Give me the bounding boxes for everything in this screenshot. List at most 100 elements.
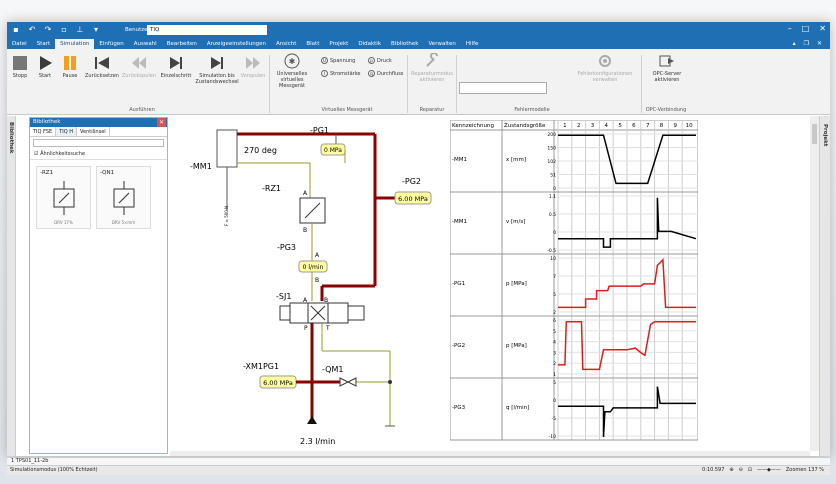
circuit-canvas[interactable]: 0 MPa -PG1 270 deg -MM1 F = 500 N -RZ1 A… [170, 116, 810, 451]
vorspulen-button[interactable]: Vorspulen [239, 55, 267, 79]
tab-bearbeiten[interactable]: Bearbeiten [162, 39, 202, 49]
pg3-value: 0 l/min [303, 264, 324, 271]
spannung-button[interactable]: U Spannung [321, 57, 355, 64]
durchfluss-button[interactable]: q Durchfluss [368, 70, 403, 77]
sj1-valve-right[interactable] [327, 302, 349, 324]
pin-icon[interactable]: ⊥ [75, 25, 85, 35]
tab-blatt[interactable]: Blatt [301, 39, 324, 49]
minimize-icon[interactable]: – [788, 24, 792, 33]
library-item-qn1[interactable]: -QN1 DRV 5×mm [96, 166, 151, 229]
zoom-slider[interactable]: ——◆—— [757, 466, 781, 475]
zurueckspulen-button[interactable]: Zurückspulen [121, 55, 157, 79]
pause-button[interactable]: Pause [60, 55, 80, 79]
left-sidebar-tab[interactable]: Bibliothek [7, 116, 16, 456]
similarity-checkbox[interactable]: ☑ Ähnlichkeitssuche [30, 149, 167, 160]
tab-datei[interactable]: Datei [7, 39, 32, 49]
library-panel: Bibliothek ✕ TIQ FSE TIQ H Ventilinsel ☑… [29, 117, 168, 454]
right-sidebar-tab[interactable]: Projekt [819, 116, 830, 456]
tab-bibliothek[interactable]: Bibliothek [386, 39, 423, 49]
library-tab-h[interactable]: TIQ H [56, 127, 78, 136]
spannung-label: Spannung [330, 57, 356, 64]
library-tab-ventilinsel[interactable]: Ventilinsel [77, 127, 110, 136]
x-tick-label: 2 [577, 123, 581, 129]
zoom-in-icon[interactable]: ⊕ [729, 466, 733, 475]
step-icon [170, 57, 182, 69]
tab-simulation[interactable]: Simulation [55, 39, 95, 49]
sj1-actuator [279, 305, 291, 321]
reparatur-button[interactable]: Reparaturmodus aktivieren [409, 53, 455, 83]
tab-verwalten[interactable]: Verwalten [423, 39, 460, 49]
pause-icon [64, 56, 76, 70]
y-tick-label: -10 [549, 434, 556, 440]
opc-label: OPC-Server aktivieren [652, 71, 682, 83]
sj1-valve-left[interactable] [289, 302, 309, 324]
close-icon[interactable]: ✕ [819, 24, 826, 33]
library-tab-fse[interactable]: TIQ FSE [30, 127, 57, 136]
vertical-scrollbar[interactable] [810, 116, 819, 451]
tab-auswahl[interactable]: Auswahl [129, 39, 162, 49]
profile-select[interactable]: TIQ [147, 25, 267, 35]
einzelschritt-button[interactable]: Einzelschritt [159, 55, 193, 79]
fehlerkonfig-button[interactable]: Fehlerkonfigurationen verwalten [575, 53, 635, 83]
universelles-label: Universelles virtuelles Messgerät [276, 71, 308, 89]
y-tick-label: 4 [553, 340, 556, 346]
fehler-combo[interactable] [459, 82, 547, 94]
qm1-valve[interactable] [339, 377, 350, 387]
maximize-icon[interactable]: □ [802, 24, 810, 33]
play-icon [40, 56, 52, 70]
stromstaerke-button[interactable]: I Stromstärke [321, 70, 361, 77]
angle-label: 270 deg [244, 146, 277, 155]
status-mode: Simulationsmodus (100% Echtzeit) [10, 467, 98, 473]
tab-didaktik[interactable]: Didaktik [353, 39, 386, 49]
sim-bis-button[interactable]: Simulation bis Zustandswechsel [195, 55, 239, 85]
meter-icon: ✱ [284, 53, 300, 69]
qm1-label: -QM1 [322, 365, 343, 374]
ribbon-collapse-icon[interactable]: ▴ [793, 40, 796, 47]
tab-anzeige[interactable]: Anzeigeeinstellungen [202, 39, 271, 49]
tab-ansicht[interactable]: Ansicht [271, 39, 301, 49]
x-tick-label: 5 [618, 123, 622, 129]
state-diagram[interactable]: Kennzeichnung Zustandsgröße 1 2 3 4 5 6 7 8 9 10-MM… [450, 120, 698, 442]
close-doc-icon[interactable]: ✕ [817, 40, 822, 47]
undo-icon[interactable]: ↶ [27, 25, 37, 35]
universelles-button[interactable]: ✱ Universelles virtuelles Messgerät [271, 53, 313, 89]
dropdown-icon[interactable]: ▾ [91, 25, 101, 35]
library-close-icon[interactable]: ✕ [157, 118, 166, 127]
port-label: B [315, 277, 319, 284]
start-button[interactable]: Start [35, 55, 55, 79]
stopp-button[interactable]: Stopp [10, 55, 30, 79]
tab-einfuegen[interactable]: Einfügen [94, 39, 128, 49]
y-tick-label: 5 [553, 380, 556, 386]
library-item-rz1[interactable]: -RZ1 DRV 17% [36, 166, 91, 229]
tab-start[interactable]: Start [32, 39, 55, 49]
restore-icon[interactable]: ❐ [804, 40, 809, 47]
redo-icon[interactable]: ↷ [43, 25, 53, 35]
document-tab[interactable]: 1 TPS01_11-2b [7, 457, 830, 465]
horizontal-scrollbar[interactable] [170, 451, 810, 456]
cylinder-body[interactable] [216, 129, 238, 168]
tab-hilfe[interactable]: Hilfe [461, 39, 484, 49]
scroll-thumb[interactable] [812, 124, 817, 144]
save-icon[interactable]: ▪ [11, 25, 21, 35]
valve-arrow [304, 202, 321, 219]
y-tick-label: 2 [553, 310, 556, 316]
row-quantity: p [MPa] [506, 343, 527, 349]
druck-button[interactable]: p Druck [368, 57, 392, 64]
zoom-fit-icon[interactable]: ⊡ [748, 466, 752, 475]
zoom-out-icon[interactable]: ⊖ [739, 466, 743, 475]
zuruecksetzen-button[interactable]: Zurücksetzen [84, 55, 120, 79]
new-icon[interactable]: ▫ [59, 25, 69, 35]
wrench-icon [426, 53, 438, 67]
svg-text:✱: ✱ [289, 57, 296, 66]
group-ausfuehren-label: Ausführen [129, 107, 155, 113]
opc-button[interactable]: OPC-Server aktivieren [647, 53, 687, 83]
y-tick-label: 0 [553, 398, 556, 404]
library-search-input[interactable] [33, 139, 164, 147]
qm1-valve [346, 377, 357, 387]
row-quantity: q [l/min] [506, 405, 529, 411]
x-tick-label: 6 [632, 123, 636, 129]
tab-projekt[interactable]: Projekt [324, 39, 353, 49]
stopp-label: Stopp [12, 73, 28, 79]
status-bar: Simulationsmodus (100% Echtzeit) 0:10.59… [7, 465, 830, 475]
row-id: -PG1 [452, 281, 465, 287]
